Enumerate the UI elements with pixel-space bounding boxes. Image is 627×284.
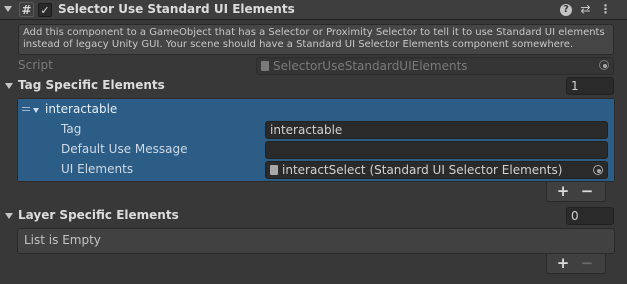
script-field[interactable]: SelectorUseStandardUIElements — [256, 57, 614, 75]
default-use-message-label: Default Use Message — [61, 142, 188, 156]
enabled-checkbox[interactable]: ✓ — [38, 3, 52, 17]
ui-elements-value: interactSelect (Standard UI Selector Ele… — [282, 163, 563, 177]
preset-icon[interactable]: ⇄ — [578, 2, 593, 17]
ui-elements-label: UI Elements — [61, 162, 134, 176]
component-title: Selector Use Standard UI Elements — [58, 2, 295, 16]
layer-section-title: Layer Specific Elements — [18, 208, 179, 222]
script-label: Script — [18, 58, 53, 72]
ui-elements-picker-icon[interactable] — [593, 165, 603, 175]
object-picker-icon[interactable] — [599, 60, 609, 70]
tag-section-count[interactable]: 1 — [566, 77, 614, 95]
tag-remove-button[interactable]: − — [578, 183, 596, 199]
layer-remove-button[interactable]: − — [578, 255, 596, 271]
drag-handle-icon[interactable] — [22, 107, 30, 108]
tag-section-title: Tag Specific Elements — [18, 78, 165, 92]
tag-section-foldout-icon[interactable] — [5, 83, 13, 89]
element-foldout-icon[interactable] — [33, 108, 39, 113]
layer-section-count[interactable]: 0 — [566, 207, 614, 225]
help-icon[interactable]: ? — [560, 4, 572, 16]
foldout-arrow-icon[interactable] — [4, 6, 12, 12]
script-name: SelectorUseStandardUIElements — [273, 59, 468, 73]
hash-script-icon: # — [19, 2, 34, 17]
help-box: Add this component to a GameObject that … — [18, 24, 614, 55]
ui-elements-field[interactable]: interactSelect (Standard UI Selector Ele… — [265, 161, 608, 179]
ui-elements-object-icon — [270, 165, 278, 175]
element-name: interactable — [45, 102, 118, 116]
default-use-message-input[interactable] — [265, 141, 608, 159]
script-file-icon — [261, 61, 269, 71]
layer-section-foldout-icon[interactable] — [5, 213, 13, 219]
layer-list-panel: List is Empty — [17, 228, 615, 254]
tag-add-button[interactable]: + — [554, 183, 572, 199]
tag-field-label: Tag — [61, 122, 82, 136]
more-icon[interactable]: ⋮ — [598, 2, 613, 17]
layer-add-button[interactable]: + — [554, 255, 572, 271]
tag-field-input[interactable]: interactable — [265, 121, 608, 139]
drag-handle-line — [22, 110, 30, 111]
